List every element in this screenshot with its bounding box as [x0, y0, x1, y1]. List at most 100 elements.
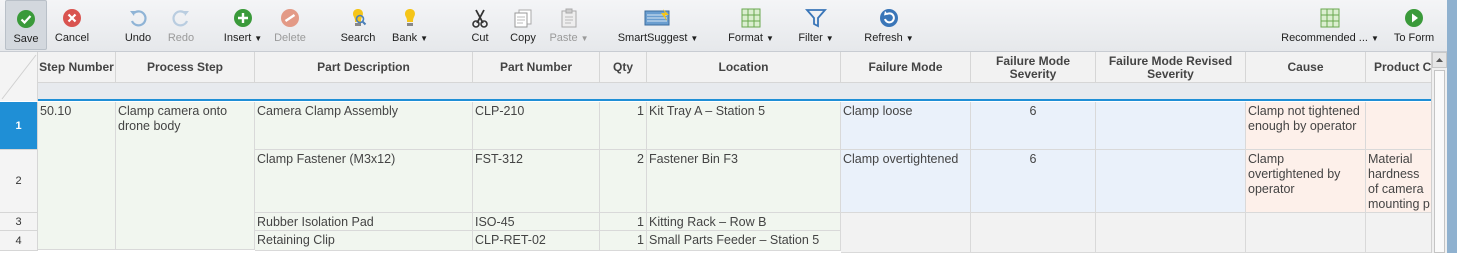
cell-qty[interactable]: 1 [600, 213, 647, 231]
row-number[interactable]: 2 [0, 150, 38, 213]
delete-button[interactable]: Delete [271, 0, 309, 50]
cell-cause[interactable] [1246, 213, 1366, 253]
toolbar: Save Cancel Undo Redo Insert ▼ Delete Se… [0, 0, 1447, 52]
cell-failure-mode[interactable]: Clamp overtightened [841, 150, 971, 213]
cell-location[interactable]: Kit Tray A – Station 5 [647, 102, 841, 150]
plus-circle-icon [232, 7, 254, 29]
format-label: Format ▼ [728, 32, 774, 44]
cell-location[interactable]: Small Parts Feeder – Station 5 [647, 231, 841, 251]
cell-cause[interactable]: Clamp overtightened by operator [1246, 150, 1366, 213]
cell-qty[interactable]: 1 [600, 231, 647, 251]
recommended-label: Recommended ... ▼ [1281, 32, 1379, 44]
cell-process-step[interactable]: Clamp camera onto drone body [116, 102, 255, 250]
filter-button[interactable]: Filter ▼ [794, 0, 838, 50]
cell-failure-mode[interactable]: Clamp loose [841, 102, 971, 150]
cell-part-number[interactable]: CLP-210 [473, 102, 600, 150]
cell-location[interactable]: Fastener Bin F3 [647, 150, 841, 213]
search-button[interactable]: Search [338, 0, 378, 50]
col-header-process-step[interactable]: Process Step [116, 52, 255, 83]
col-header-product-char[interactable]: Product Character [1366, 52, 1431, 83]
undo-label: Undo [124, 32, 152, 44]
delete-label: Delete [274, 32, 306, 44]
clipboard-icon [558, 7, 580, 29]
copy-label: Copy [510, 32, 536, 44]
undo-button[interactable]: Undo [120, 0, 156, 50]
cell-failure-mode[interactable] [841, 213, 971, 253]
cell-fm-revised-severity[interactable] [1096, 150, 1246, 213]
redo-icon [170, 7, 192, 29]
cell-part-number[interactable]: FST-312 [473, 150, 600, 213]
cancel-button[interactable]: Cancel [52, 0, 92, 50]
window-edge [1447, 0, 1457, 253]
refresh-label: Refresh ▼ [864, 32, 913, 44]
bank-label: Bank ▼ [392, 32, 428, 44]
search-label: Search [340, 32, 376, 44]
col-header-step-number[interactable]: Step Number [38, 52, 116, 83]
save-label: Save [13, 33, 39, 45]
bank-button[interactable]: Bank ▼ [390, 0, 430, 50]
col-header-part-description[interactable]: Part Description [255, 52, 473, 83]
cell-part-description[interactable]: Retaining Clip [255, 231, 473, 251]
col-header-part-number[interactable]: Part Number [473, 52, 600, 83]
paste-button[interactable]: Paste ▼ [546, 0, 592, 50]
cell-part-description[interactable]: Rubber Isolation Pad [255, 213, 473, 231]
cell-part-description[interactable]: Clamp Fastener (M3x12) [255, 150, 473, 213]
col-header-qty[interactable]: Qty [600, 52, 647, 83]
redo-label: Redo [167, 32, 195, 44]
cell-fm-severity[interactable]: 6 [971, 150, 1096, 213]
cell-fm-severity[interactable] [971, 213, 1096, 253]
scroll-thumb[interactable] [1434, 70, 1445, 253]
scroll-up-button[interactable] [1432, 52, 1447, 68]
redo-button[interactable]: Redo [163, 0, 199, 50]
cell-part-number[interactable]: CLP-RET-02 [473, 231, 600, 251]
row-number[interactable]: 3 [0, 213, 38, 231]
row-number[interactable]: 1 [0, 102, 38, 150]
chevron-down-icon: ▼ [254, 34, 263, 43]
recommended-text: Recommended ... [1281, 32, 1368, 44]
scissors-icon [469, 7, 491, 29]
col-header-failure-mode[interactable]: Failure Mode [841, 52, 971, 83]
cut-button[interactable]: Cut [465, 0, 495, 50]
cell-qty[interactable]: 2 [600, 150, 647, 213]
cell-part-description[interactable]: Camera Clamp Assembly [255, 102, 473, 150]
col-header-fm-revised-severity[interactable]: Failure Mode Revised Severity [1096, 52, 1246, 83]
cell-product-char[interactable]: Material hardness of camera mounting p [1366, 150, 1431, 213]
grid-corner[interactable] [0, 52, 38, 101]
smartsuggest-button[interactable]: SmartSuggest ▼ [614, 0, 702, 50]
recommended-grid-icon [1319, 7, 1341, 29]
cell-cause[interactable]: Clamp not tightened enough by operator [1246, 102, 1366, 150]
format-text: Format [728, 32, 763, 44]
row-number[interactable]: 4 [0, 231, 38, 251]
cell-product-char[interactable] [1366, 102, 1431, 150]
cell-step-number[interactable]: 50.10 [38, 102, 116, 250]
cell-product-char[interactable] [1366, 213, 1431, 253]
save-button[interactable]: Save [5, 0, 47, 50]
cell-part-number[interactable]: ISO-45 [473, 213, 600, 231]
to-form-button[interactable]: To Form [1390, 0, 1438, 50]
recommended-button[interactable]: Recommended ... ▼ [1278, 0, 1382, 50]
minus-circle-icon [279, 7, 301, 29]
cell-fm-revised-severity[interactable] [1096, 213, 1246, 253]
smartsuggest-text: SmartSuggest [617, 32, 688, 44]
insert-button[interactable]: Insert ▼ [221, 0, 265, 50]
chevron-down-icon: ▼ [420, 34, 428, 43]
insert-text: Insert [223, 32, 252, 44]
format-button[interactable]: Format ▼ [724, 0, 778, 50]
copy-button[interactable]: Copy [505, 0, 541, 50]
filter-text: Filter [798, 32, 823, 44]
col-header-fm-severity[interactable]: Failure Mode Severity [971, 52, 1096, 83]
col-header-location[interactable]: Location [647, 52, 841, 83]
refresh-button[interactable]: Refresh ▼ [860, 0, 918, 50]
cell-fm-revised-severity[interactable] [1096, 102, 1246, 150]
smartsuggest-label: SmartSuggest ▼ [618, 32, 699, 44]
vertical-scrollbar[interactable] [1431, 52, 1447, 253]
lightbulb-icon [399, 7, 421, 29]
cell-qty[interactable]: 1 [600, 102, 647, 150]
filter-row[interactable] [0, 83, 1431, 101]
refresh-icon [878, 7, 900, 29]
play-circle-icon [1403, 7, 1425, 29]
chevron-down-icon: ▼ [580, 34, 589, 43]
cell-fm-severity[interactable]: 6 [971, 102, 1096, 150]
col-header-cause[interactable]: Cause [1246, 52, 1366, 83]
cell-location[interactable]: Kitting Rack – Row B [647, 213, 841, 231]
